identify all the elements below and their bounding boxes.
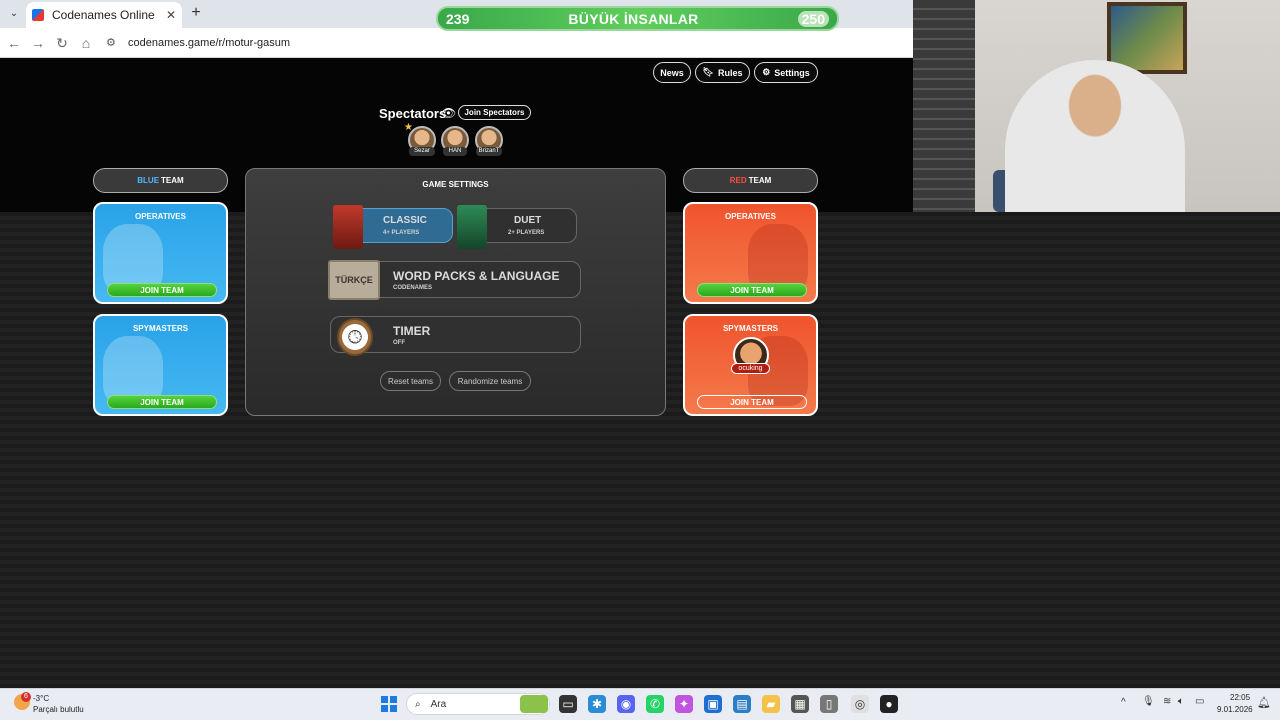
close-tab-icon[interactable]: ✕ — [166, 8, 176, 22]
windows-start-icon[interactable] — [381, 696, 397, 712]
join-red-spymasters-button[interactable]: JOIN TEAM — [697, 395, 807, 409]
red-operatives-card: OPERATIVES JOIN TEAM — [683, 202, 818, 304]
duet-label: DUET — [514, 215, 542, 226]
team-color-word: RED — [729, 176, 747, 185]
browser-tab[interactable]: Codenames Online ✕ — [26, 2, 182, 28]
language-badge: TÜRKÇE — [328, 260, 380, 300]
join-red-operatives-button[interactable]: JOIN TEAM — [697, 283, 807, 297]
tab-title: Codenames Online — [52, 8, 155, 22]
blue-spymasters-card: SPYMASTERS JOIN TEAM — [93, 314, 228, 416]
weather-temperature: -3°C — [33, 694, 50, 703]
calculator-icon[interactable]: ▦ — [791, 695, 809, 713]
card-title: OPERATIVES — [135, 212, 186, 221]
photos-icon[interactable]: ▤ — [733, 695, 751, 713]
spectator-name: BrizanT — [476, 147, 502, 156]
join-blue-operatives-button[interactable]: JOIN TEAM — [107, 283, 217, 297]
rules-button[interactable]: 🔖︎ Rules — [695, 62, 750, 83]
streamer-person — [1005, 60, 1185, 212]
player-name-badge: ocuking — [731, 363, 770, 374]
discord-icon[interactable]: ◉ — [617, 695, 635, 713]
blue-team-header: BLUE TEAM — [93, 168, 228, 193]
forward-icon[interactable]: → — [30, 34, 46, 52]
eye-icon: 👁︎ — [441, 106, 457, 120]
battery-icon[interactable]: ▭ — [1195, 696, 1204, 707]
search-icon: ⌕ — [415, 698, 421, 710]
app-icon[interactable]: ● — [880, 695, 898, 713]
volume-icon[interactable]: 🔈︎ — [1178, 696, 1184, 707]
new-tab-button[interactable]: + — [188, 4, 204, 22]
reset-teams-button[interactable]: Reset teams — [380, 371, 441, 391]
word-packs-label: WORD PACKS & LANGUAGE — [393, 269, 560, 283]
join-blue-spymasters-button[interactable]: JOIN TEAM — [107, 395, 217, 409]
word-packs-sub: CODENAMES — [393, 285, 433, 291]
whatsapp-icon[interactable]: ✆ — [646, 695, 664, 713]
team-word: TEAM — [748, 176, 772, 185]
spectators-label: Spectators — [379, 106, 447, 121]
news-button[interactable]: News — [653, 62, 691, 83]
codenames-favicon-icon — [32, 9, 44, 21]
duet-mode-option[interactable]: DUET 2+ PLAYERS — [457, 205, 577, 249]
tray-overflow-icon[interactable]: ^ — [1121, 697, 1126, 708]
back-icon[interactable]: ← — [6, 34, 22, 52]
duet-box-icon — [457, 205, 487, 249]
reload-icon[interactable]: ↻ — [54, 34, 70, 52]
rules-label: Rules — [717, 67, 743, 78]
spectator-name: Sezar — [409, 147, 435, 156]
microphone-icon[interactable]: 🎙︎ — [1142, 696, 1155, 707]
gear-icon: ⚙ — [762, 67, 771, 77]
classic-label: CLASSIC — [383, 215, 427, 226]
randomize-teams-button[interactable]: Randomize teams — [449, 371, 531, 391]
banner-title: BÜYÜK İNSANLAR — [568, 10, 699, 27]
wifi-icon[interactable]: ≋ — [1163, 696, 1171, 707]
clock-time[interactable]: 22:05 — [1230, 693, 1250, 702]
home-icon[interactable]: ⌂ — [78, 34, 94, 52]
copilot-icon[interactable]: ✦ — [675, 695, 693, 713]
widgets-icon[interactable]: ✱ — [588, 695, 606, 713]
classic-box-icon — [333, 205, 363, 249]
spectator-name: HAN — [443, 147, 467, 156]
timer-label: TIMER — [393, 324, 431, 338]
settings-label: Settings — [774, 67, 810, 78]
clock-date[interactable]: 9.01.2026 — [1217, 705, 1253, 714]
game-settings-title: GAME SETTINGS — [422, 180, 489, 189]
card-title: SPYMASTERS — [722, 324, 779, 333]
chrome-icon[interactable]: ◎ — [851, 695, 869, 713]
mouse-app-icon[interactable]: ▯ — [820, 695, 838, 713]
card-title: OPERATIVES — [725, 212, 776, 221]
search-placeholder: Ara — [430, 698, 447, 710]
news-label: News — [660, 67, 684, 78]
task-view-icon[interactable]: ▭ — [559, 695, 577, 713]
red-team-header: RED TEAM — [683, 168, 818, 193]
blue-operatives-card: OPERATIVES JOIN TEAM — [93, 202, 228, 304]
store-icon[interactable]: ▣ — [704, 695, 722, 713]
webcam-video — [913, 0, 1280, 212]
duet-sub: 2+ PLAYERS — [508, 230, 545, 236]
url-text: codenames.game/r/motur-gasum — [128, 37, 291, 49]
team-color-word: BLUE — [137, 176, 160, 185]
team-word: TEAM — [161, 176, 184, 185]
timer-sub: OFF — [393, 340, 405, 346]
settings-button[interactable]: ⚙ Settings — [754, 62, 818, 83]
tab-list-button[interactable]: ⌄ — [6, 6, 22, 22]
url-field[interactable]: ⚙ codenames.game/r/motur-gasum — [106, 33, 906, 53]
site-info-icon[interactable]: ⚙ — [106, 33, 120, 53]
notification-bell-icon[interactable]: 🔔︎ — [1257, 696, 1271, 709]
stopwatch-icon: 🕓︎ — [337, 318, 373, 356]
windows-taskbar — [0, 688, 1280, 720]
weather-description: Parçalı bulutlu — [33, 705, 84, 714]
weather-badge: 6 — [21, 692, 31, 702]
banner-left-value: 239 — [446, 10, 470, 27]
classic-sub: 4+ PLAYERS — [383, 230, 420, 236]
banner-right-value: 250 — [797, 10, 829, 27]
file-explorer-icon[interactable]: ▰ — [762, 695, 780, 713]
classic-mode-option[interactable]: CLASSIC 4+ PLAYERS — [333, 205, 453, 249]
join-spectators-button[interactable]: Join Spectators — [458, 105, 531, 120]
game-banner: 239 BÜYÜK İNSANLAR 250 — [436, 6, 839, 31]
card-title: SPYMASTERS — [132, 324, 189, 333]
background-door — [913, 0, 975, 212]
bookmark-icon: 🔖︎ — [702, 67, 714, 77]
search-highlight-icon — [520, 695, 548, 713]
